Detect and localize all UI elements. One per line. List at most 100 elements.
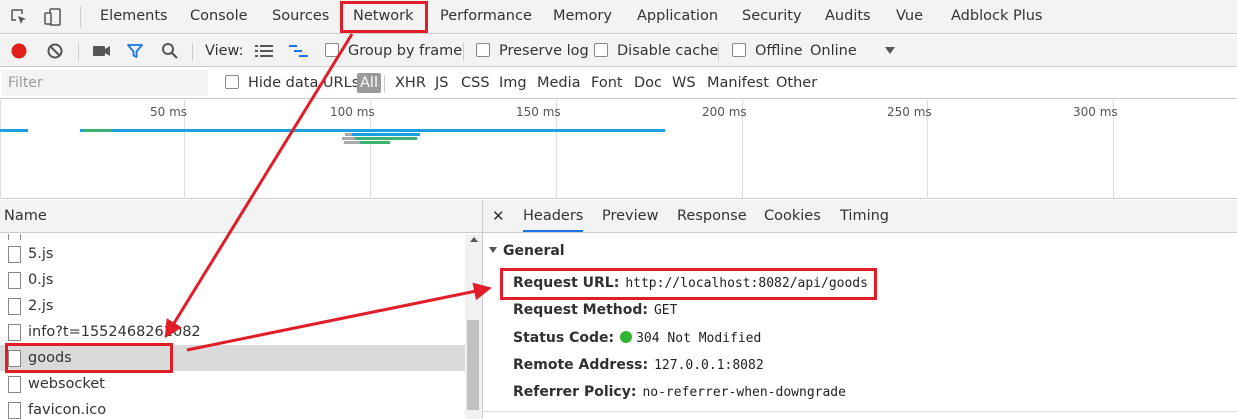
header-row-referrer-policy: Referrer Policy: no-referrer-when-downgra… [513,381,846,403]
record-icon[interactable] [10,42,28,60]
network-toolbar: View: Group by frame Preserve log Disabl… [0,35,1237,67]
overview-tick-label: 200 ms [702,105,747,119]
request-name: 5.js [28,246,54,262]
overview-gridline [0,100,1,199]
close-icon[interactable]: ✕ [492,200,505,232]
request-list-panel: Name 5.js 0.js 2.js info?t=1552468262082… [0,200,483,419]
chevron-down-icon[interactable] [885,47,895,55]
filter-type-doc[interactable]: Doc [634,68,662,99]
general-section-title: General [503,243,565,259]
toolbar-divider [463,43,464,61]
annotation-box-network-tab [340,1,428,33]
checkbox[interactable] [325,43,339,57]
file-icon [8,402,21,419]
tab-timing[interactable]: Timing [840,200,889,232]
file-icon [8,272,21,289]
overview-tick-label: 150 ms [516,105,561,119]
table-row[interactable]: websocket [0,371,465,397]
offline-checkbox[interactable]: Offline [732,35,803,67]
scrollbar-thumb[interactable] [467,320,479,410]
tab-performance[interactable]: Performance [440,0,532,33]
tab-preview[interactable]: Preview [602,200,658,232]
disable-cache-checkbox[interactable]: Disable cache [594,35,718,67]
header-row-request-method: Request Method: GET [513,299,677,321]
toolbar-divider [718,43,719,61]
waterfall-bar [80,129,665,132]
tab-adblock-plus[interactable]: Adblock Plus [951,0,1042,33]
header-key: Status Code: [513,330,615,346]
table-row[interactable]: favicon.ico [0,397,465,419]
tab-security[interactable]: Security [742,0,802,33]
large-request-rows-icon[interactable] [255,44,273,58]
scroll-up-arrow-icon[interactable] [470,237,478,242]
search-icon[interactable] [161,42,179,60]
filter-type-js[interactable]: JS [435,68,448,99]
file-icon [8,298,21,315]
tab-cookies[interactable]: Cookies [764,200,821,232]
checkbox[interactable] [594,43,608,57]
toolbar-divider [80,6,81,28]
general-section-toggle[interactable]: General [489,243,565,259]
filter-type-media[interactable]: Media [537,68,581,99]
request-name: 0.js [28,272,54,288]
file-icon [8,376,21,393]
tab-response[interactable]: Response [677,200,747,232]
name-column-header[interactable]: Name [0,200,482,233]
filter-input[interactable] [2,70,208,96]
triangle-down-icon [489,247,497,253]
tab-elements[interactable]: Elements [100,0,168,33]
waterfall-bar [355,137,417,140]
overview-tick-label: 250 ms [887,105,932,119]
hide-data-urls-checkbox[interactable]: Hide data URLs [225,68,359,99]
filter-type-manifest[interactable]: Manifest [707,68,769,99]
tab-console[interactable]: Console [190,0,248,33]
filter-type-css[interactable]: CSS [461,68,490,99]
toolbar-divider [78,43,79,61]
inspect-element-icon[interactable] [10,8,28,26]
checkbox[interactable] [732,43,746,57]
request-name: websocket [28,376,105,392]
filter-icon[interactable] [126,42,144,60]
screenshot-camera-icon[interactable] [92,43,112,59]
table-row[interactable]: 2.js [0,293,465,319]
tab-application[interactable]: Application [637,0,718,33]
tab-audits[interactable]: Audits [825,0,871,33]
toolbar-divider [192,43,193,61]
details-tab-bar: ✕ Headers Preview Response Cookies Timin… [483,200,1237,233]
waterfall-bar [352,133,420,136]
section-divider [483,411,1237,412]
throttling-select[interactable]: Online [810,35,857,67]
tab-sources[interactable]: Sources [272,0,329,33]
request-name: 2.js [28,298,54,314]
table-row[interactable]: 0.js [0,267,465,293]
tab-vue[interactable]: Vue [896,0,923,33]
offline-label: Offline [755,43,803,59]
table-row[interactable]: info?t=1552468262082 [0,319,465,345]
checkbox[interactable] [225,75,239,89]
filter-type-all[interactable]: All [357,73,381,93]
network-overview[interactable]: 50 ms 100 ms 150 ms 200 ms 250 ms 300 ms [0,100,1237,199]
preserve-log-checkbox[interactable]: Preserve log [476,35,589,67]
filter-type-other[interactable]: Other [776,68,817,99]
overview-tick-label: 50 ms [150,105,188,119]
annotation-box-goods-row [5,343,173,373]
device-toolbar-icon[interactable] [44,8,62,26]
filter-type-ws[interactable]: WS [672,68,696,99]
waterfall-overview-icon[interactable] [289,44,309,58]
clear-icon[interactable] [46,42,64,60]
filter-type-xhr[interactable]: XHR [395,68,426,99]
header-key: Remote Address: [513,357,649,373]
table-row[interactable]: 5.js [0,241,465,267]
waterfall-bar [84,129,112,132]
file-icon [8,234,21,240]
throttling-value: Online [810,43,857,59]
header-key: Request Method: [513,302,648,318]
table-row[interactable] [0,234,465,240]
tab-memory[interactable]: Memory [553,0,612,33]
filter-type-img[interactable]: Img [499,68,527,99]
tab-headers[interactable]: Headers [523,200,584,232]
checkbox[interactable] [476,43,490,57]
header-value: 304 Not Modified [636,331,762,346]
group-by-frame-checkbox[interactable]: Group by frame [325,35,462,67]
filter-type-font[interactable]: Font [591,68,623,99]
